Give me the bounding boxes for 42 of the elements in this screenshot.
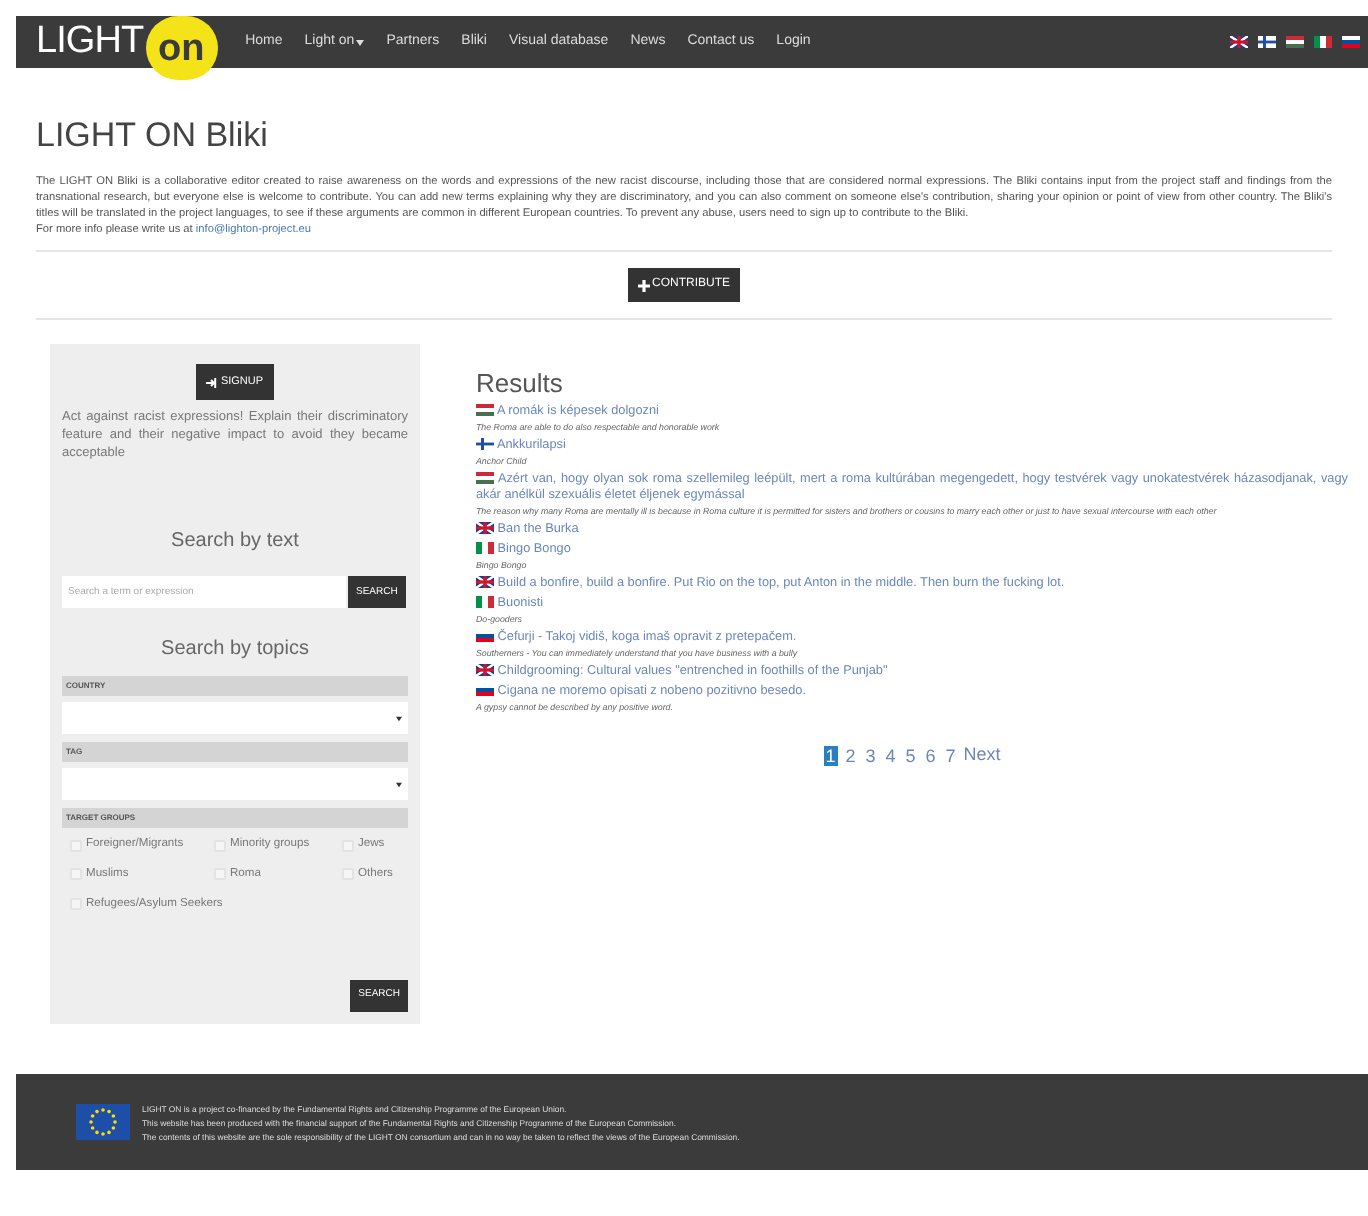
section-heading: Search by text xyxy=(169,528,301,557)
language-button[interactable] xyxy=(1258,36,1276,48)
plus-icon xyxy=(638,279,650,291)
page-link[interactable]: 6 xyxy=(923,745,938,766)
flag-icon xyxy=(1230,36,1248,48)
flag-icon xyxy=(1314,36,1332,48)
caret-icon xyxy=(356,39,365,45)
logo-badge: on xyxy=(145,16,218,80)
language-button[interactable] xyxy=(1286,36,1304,48)
page-link[interactable]: 5 xyxy=(903,745,918,766)
language-button[interactable] xyxy=(1314,36,1332,48)
page-title: LIGHT ON Bliki xyxy=(36,116,270,156)
tag-select[interactable] xyxy=(62,768,408,801)
page-link[interactable]: 7 xyxy=(943,745,958,766)
next-link[interactable]: Next xyxy=(963,742,1001,769)
page-link[interactable]: 1 xyxy=(823,745,838,766)
eu-flag-icon xyxy=(76,1104,130,1140)
dropdown-icon xyxy=(396,715,402,722)
language-button[interactable] xyxy=(1342,36,1360,48)
page-link[interactable]: 3 xyxy=(863,745,878,766)
flag-icon xyxy=(476,596,494,609)
signup-icon xyxy=(206,377,219,388)
flag-icon xyxy=(476,438,494,451)
flag-icon xyxy=(476,630,494,643)
section-heading: Search by topics xyxy=(159,636,311,665)
flag-icon xyxy=(476,472,494,485)
page-link[interactable]: 2 xyxy=(843,745,858,766)
country-select[interactable] xyxy=(62,702,408,735)
dropdown-icon xyxy=(396,781,402,788)
flag-icon xyxy=(476,664,494,677)
flag-icon xyxy=(1342,36,1360,48)
flag-icon xyxy=(476,684,494,697)
results-heading: Results xyxy=(476,368,565,398)
page-link[interactable]: 4 xyxy=(883,745,898,766)
flag-icon xyxy=(1286,36,1304,48)
flag-icon xyxy=(476,542,494,555)
flag-icon xyxy=(476,522,494,535)
flag-icon xyxy=(1258,36,1276,48)
logo-text: LIGHT xyxy=(36,24,144,60)
language-button[interactable] xyxy=(1230,36,1248,48)
flag-icon xyxy=(476,404,494,417)
flag-icon xyxy=(476,576,494,589)
